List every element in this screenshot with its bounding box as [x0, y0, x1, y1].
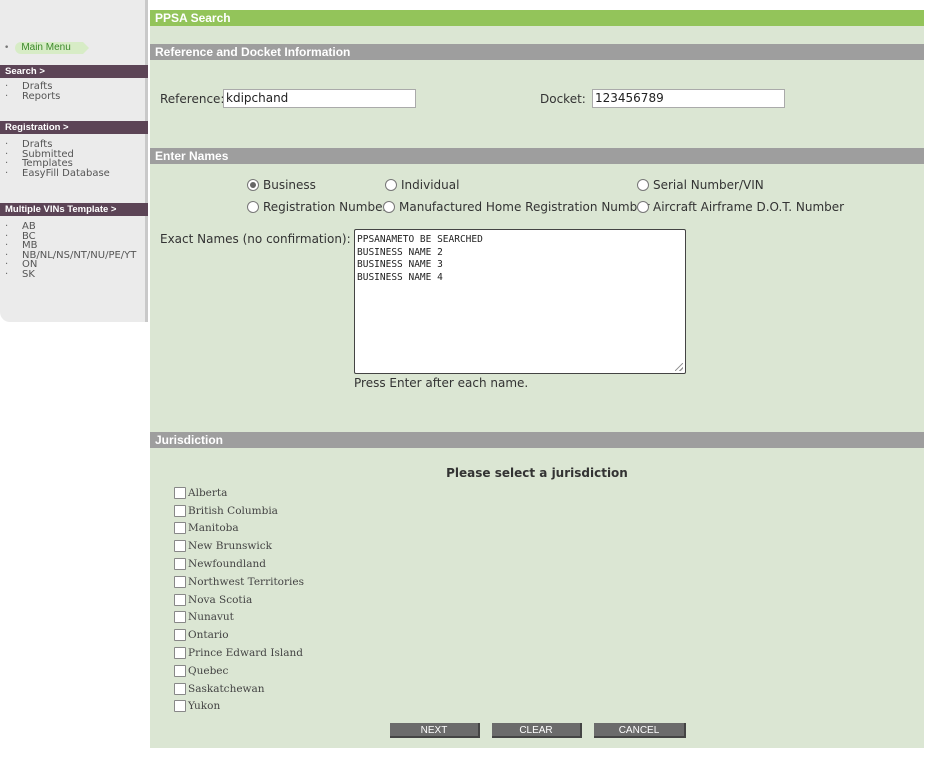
jurisdiction-new-brunswick[interactable]: New Brunswick — [174, 537, 304, 555]
jurisdiction-quebec[interactable]: Quebec — [174, 662, 304, 680]
clear-button[interactable]: CLEAR — [492, 723, 582, 738]
jurisdiction-newfoundland[interactable]: Newfoundland — [174, 555, 304, 573]
name-line: BUSINESS NAME 4 — [357, 271, 443, 283]
jurisdiction-prompt: Please select a jurisdiction — [446, 466, 628, 480]
radio-individual[interactable]: Individual — [385, 178, 459, 192]
sidebar-item-vin-ab[interactable]: AB — [0, 222, 136, 232]
jurisdiction-nova-scotia[interactable]: Nova Scotia — [174, 591, 304, 609]
jurisdiction-nunavut[interactable]: Nunavut — [174, 609, 304, 627]
radio-aircraft-airframe[interactable]: Aircraft Airframe D.O.T. Number — [637, 200, 844, 214]
docket-label: Docket: — [540, 92, 586, 106]
radio-serial-number-vin[interactable]: Serial Number/VIN — [637, 178, 764, 192]
names-textarea[interactable]: PPSANAMETO BE SEARCHED BUSINESS NAME 2 B… — [354, 229, 686, 374]
jurisdiction-yukon[interactable]: Yukon — [174, 698, 304, 716]
checkbox-icon[interactable] — [174, 682, 186, 695]
bullet-icon: • — [4, 43, 10, 53]
cancel-button[interactable]: CANCEL — [594, 723, 686, 738]
checkbox-icon[interactable] — [174, 593, 186, 606]
jurisdiction-list: Alberta British Columbia Manitoba New Br… — [174, 484, 304, 715]
names-hint: Press Enter after each name. — [354, 376, 529, 390]
sidebar-item-search-reports[interactable]: Reports — [0, 91, 60, 102]
radio-manufactured-home[interactable]: Manufactured Home Registration Number — [383, 200, 650, 214]
checkbox-icon[interactable] — [174, 540, 186, 553]
checkbox-icon[interactable] — [174, 522, 186, 535]
exact-names-label: Exact Names (no confirmation): — [160, 232, 351, 246]
sidebar-header-registration[interactable]: Registration > — [0, 121, 148, 134]
radio-icon — [383, 201, 395, 213]
sidebar-item-registration-easyfill[interactable]: EasyFill Database — [0, 168, 110, 179]
jurisdiction-saskatchewan[interactable]: Saskatchewan — [174, 680, 304, 698]
next-button[interactable]: NEXT — [390, 723, 480, 738]
sidebar-vin-list: AB BC MB NB/NL/NS/NT/NU/PE/YT ON SK — [0, 222, 136, 279]
sidebar-item-vin-on[interactable]: ON — [0, 260, 136, 270]
radio-business[interactable]: Business — [247, 178, 316, 192]
names-section-header: Enter Names — [150, 148, 924, 164]
checkbox-icon[interactable] — [174, 575, 186, 588]
sidebar-registration-list: Drafts Submitted Templates EasyFill Data… — [0, 140, 110, 178]
page-title: PPSA Search — [150, 10, 924, 26]
jurisdiction-alberta[interactable]: Alberta — [174, 484, 304, 502]
sidebar-header-vin-template[interactable]: Multiple VINs Template > — [0, 203, 148, 216]
name-line: PPSANAMETO BE SEARCHED — [357, 234, 483, 245]
checkbox-icon[interactable] — [174, 558, 186, 571]
docket-input[interactable]: 123456789 — [592, 89, 785, 108]
jurisdiction-northwest-territories[interactable]: Northwest Territories — [174, 573, 304, 591]
radio-selected-icon — [247, 179, 259, 191]
main-menu-link[interactable]: Main Menu — [15, 42, 90, 54]
radio-registration-number[interactable]: Registration Number — [247, 200, 387, 214]
sidebar-item-vin-bc[interactable]: BC — [0, 231, 136, 242]
checkbox-icon[interactable] — [174, 700, 186, 713]
checkbox-icon[interactable] — [174, 647, 186, 660]
checkbox-icon[interactable] — [174, 611, 186, 624]
jurisdiction-prince-edward-island[interactable]: Prince Edward Island — [174, 644, 304, 662]
jurisdiction-manitoba[interactable]: Manitoba — [174, 520, 304, 538]
name-line: BUSINESS NAME 3 — [357, 259, 443, 270]
reference-section-header: Reference and Docket Information — [150, 44, 924, 60]
sidebar-item-vin-sk[interactable]: SK — [0, 269, 136, 280]
sidebar-main-menu[interactable]: • Main Menu — [4, 42, 90, 54]
name-line: BUSINESS NAME 2 — [357, 246, 443, 258]
reference-input[interactable]: kdipchand — [223, 89, 416, 108]
checkbox-icon[interactable] — [174, 486, 186, 499]
radio-icon — [247, 201, 259, 213]
checkbox-icon[interactable] — [174, 629, 186, 642]
radio-icon — [637, 201, 649, 213]
main-panel: PPSA Search Reference and Docket Informa… — [150, 10, 924, 748]
sidebar-item-vin-atlantic-north[interactable]: NB/NL/NS/NT/NU/PE/YT — [0, 250, 136, 261]
sidebar-header-search[interactable]: Search > — [0, 65, 148, 78]
resize-grip-icon[interactable] — [675, 363, 683, 371]
checkbox-icon[interactable] — [174, 504, 186, 517]
sidebar-edge — [145, 0, 148, 322]
sidebar-search-list: Drafts Reports — [0, 82, 60, 101]
reference-label: Reference: — [160, 92, 225, 106]
jurisdiction-section-header: Jurisdiction — [150, 432, 924, 448]
jurisdiction-ontario[interactable]: Ontario — [174, 626, 304, 644]
radio-icon — [637, 179, 649, 191]
sidebar: • Main Menu Search > Drafts Reports Regi… — [0, 0, 148, 322]
checkbox-icon[interactable] — [174, 664, 186, 677]
jurisdiction-british-columbia[interactable]: British Columbia — [174, 502, 304, 520]
radio-icon — [385, 179, 397, 191]
